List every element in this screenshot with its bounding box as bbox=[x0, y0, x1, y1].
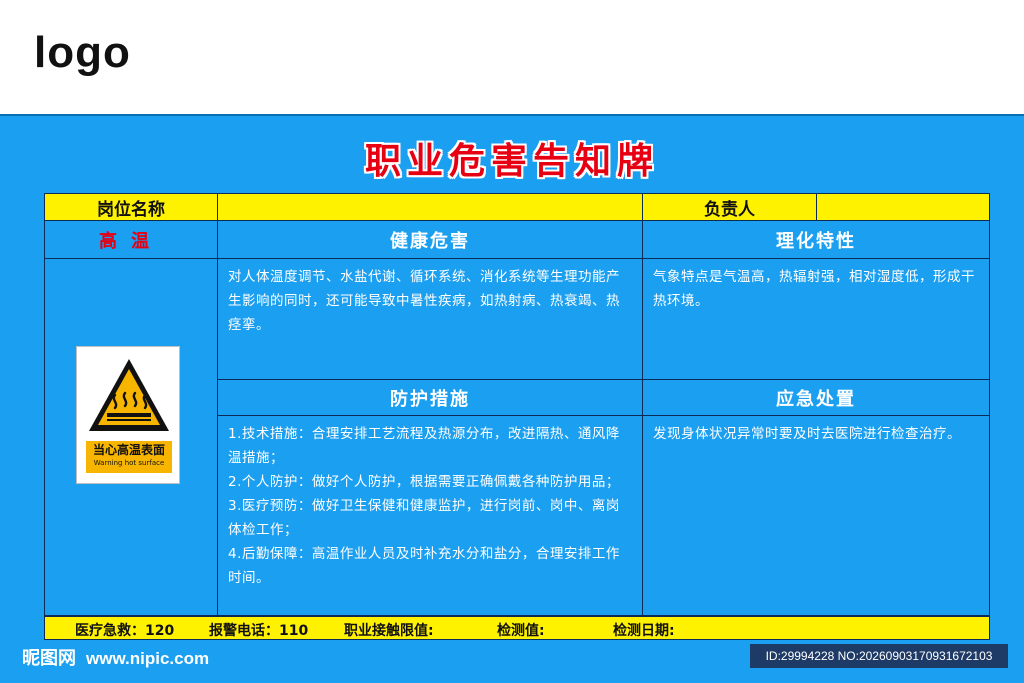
header-bar: logo bbox=[0, 0, 1024, 116]
health-hazard-paragraph: 对人体温度调节、水盐代谢、循环系统、消化系统等生理功能产生影响的同时，还可能导致… bbox=[228, 269, 620, 333]
post-name-value bbox=[217, 193, 643, 221]
emergency-paragraph: 发现身体状况异常时要及时去医院进行检查治疗。 bbox=[653, 426, 961, 442]
footer-bar: 医疗急救：120 报警电话：110 职业接触限值: 检测值: 检测日期: bbox=[44, 616, 990, 640]
sign-label-cn: 当心高温表面 bbox=[92, 443, 165, 457]
emergency-text: 发现身体状况异常时要及时去医院进行检查治疗。 bbox=[642, 415, 990, 616]
protection-item: 4.后勤保障：高温作业人员及时补充水分和盐分，合理安排工作时间。 bbox=[228, 546, 620, 586]
watermark-id: ID:29994228 NO:20260903170931672103 bbox=[750, 644, 1008, 668]
sign-label-en: Warning hot surface bbox=[93, 459, 165, 467]
physchem-text: 气象特点是气温高，热辐射强，相对湿度低，形成干热环境。 bbox=[642, 258, 990, 380]
watermark-site: 昵图网 www.nipic.com bbox=[22, 644, 209, 670]
responsible-value bbox=[816, 193, 990, 221]
health-hazard-heading: 健康危害 bbox=[217, 220, 643, 259]
watermark-site-name: 昵图网 bbox=[22, 648, 76, 669]
emergency-heading: 应急处置 bbox=[642, 379, 990, 416]
hazard-name: 高温 bbox=[99, 230, 163, 252]
exposure-limit: 职业接触限值: bbox=[344, 623, 434, 639]
sign-label: 当心高温表面 Warning hot surface bbox=[86, 441, 172, 473]
hazard-name-cell: 高温 bbox=[44, 220, 218, 259]
health-hazard-text: 对人体温度调节、水盐代谢、循环系统、消化系统等生理功能产生影响的同时，还可能导致… bbox=[217, 258, 643, 380]
protection-item: 3.医疗预防：做好卫生保健和健康监护，进行岗前、岗中、离岗体检工作； bbox=[228, 498, 620, 538]
page-title: 职业危害告知牌 bbox=[364, 141, 659, 182]
post-name-label: 岗位名称 bbox=[44, 193, 218, 221]
logo: logo bbox=[34, 28, 131, 77]
physchem-heading: 理化特性 bbox=[642, 220, 990, 259]
protection-heading: 防护措施 bbox=[217, 379, 643, 416]
measured-value: 检测值: bbox=[497, 623, 545, 639]
warning-sign: 当心高温表面 Warning hot surface bbox=[76, 346, 180, 484]
hot-surface-warning-icon bbox=[89, 359, 169, 431]
protection-item: 2.个人防护：做好个人防护，根据需要正确佩戴各种防护用品； bbox=[228, 474, 620, 490]
watermark-url: www.nipic.com bbox=[86, 649, 210, 668]
police-phone: 报警电话：110 bbox=[209, 623, 309, 639]
protection-item: 1.技术措施：合理安排工艺流程及热源分布，改进隔热、通风降温措施； bbox=[228, 426, 620, 466]
test-date: 检测日期: bbox=[613, 623, 675, 639]
physchem-paragraph: 气象特点是气温高，热辐射强，相对湿度低，形成干热环境。 bbox=[653, 269, 975, 309]
responsible-label: 负责人 bbox=[642, 193, 817, 221]
medical-emergency: 医疗急救：120 bbox=[75, 623, 175, 639]
protection-text: 1.技术措施：合理安排工艺流程及热源分布，改进隔热、通风降温措施； 2.个人防护… bbox=[217, 415, 643, 616]
